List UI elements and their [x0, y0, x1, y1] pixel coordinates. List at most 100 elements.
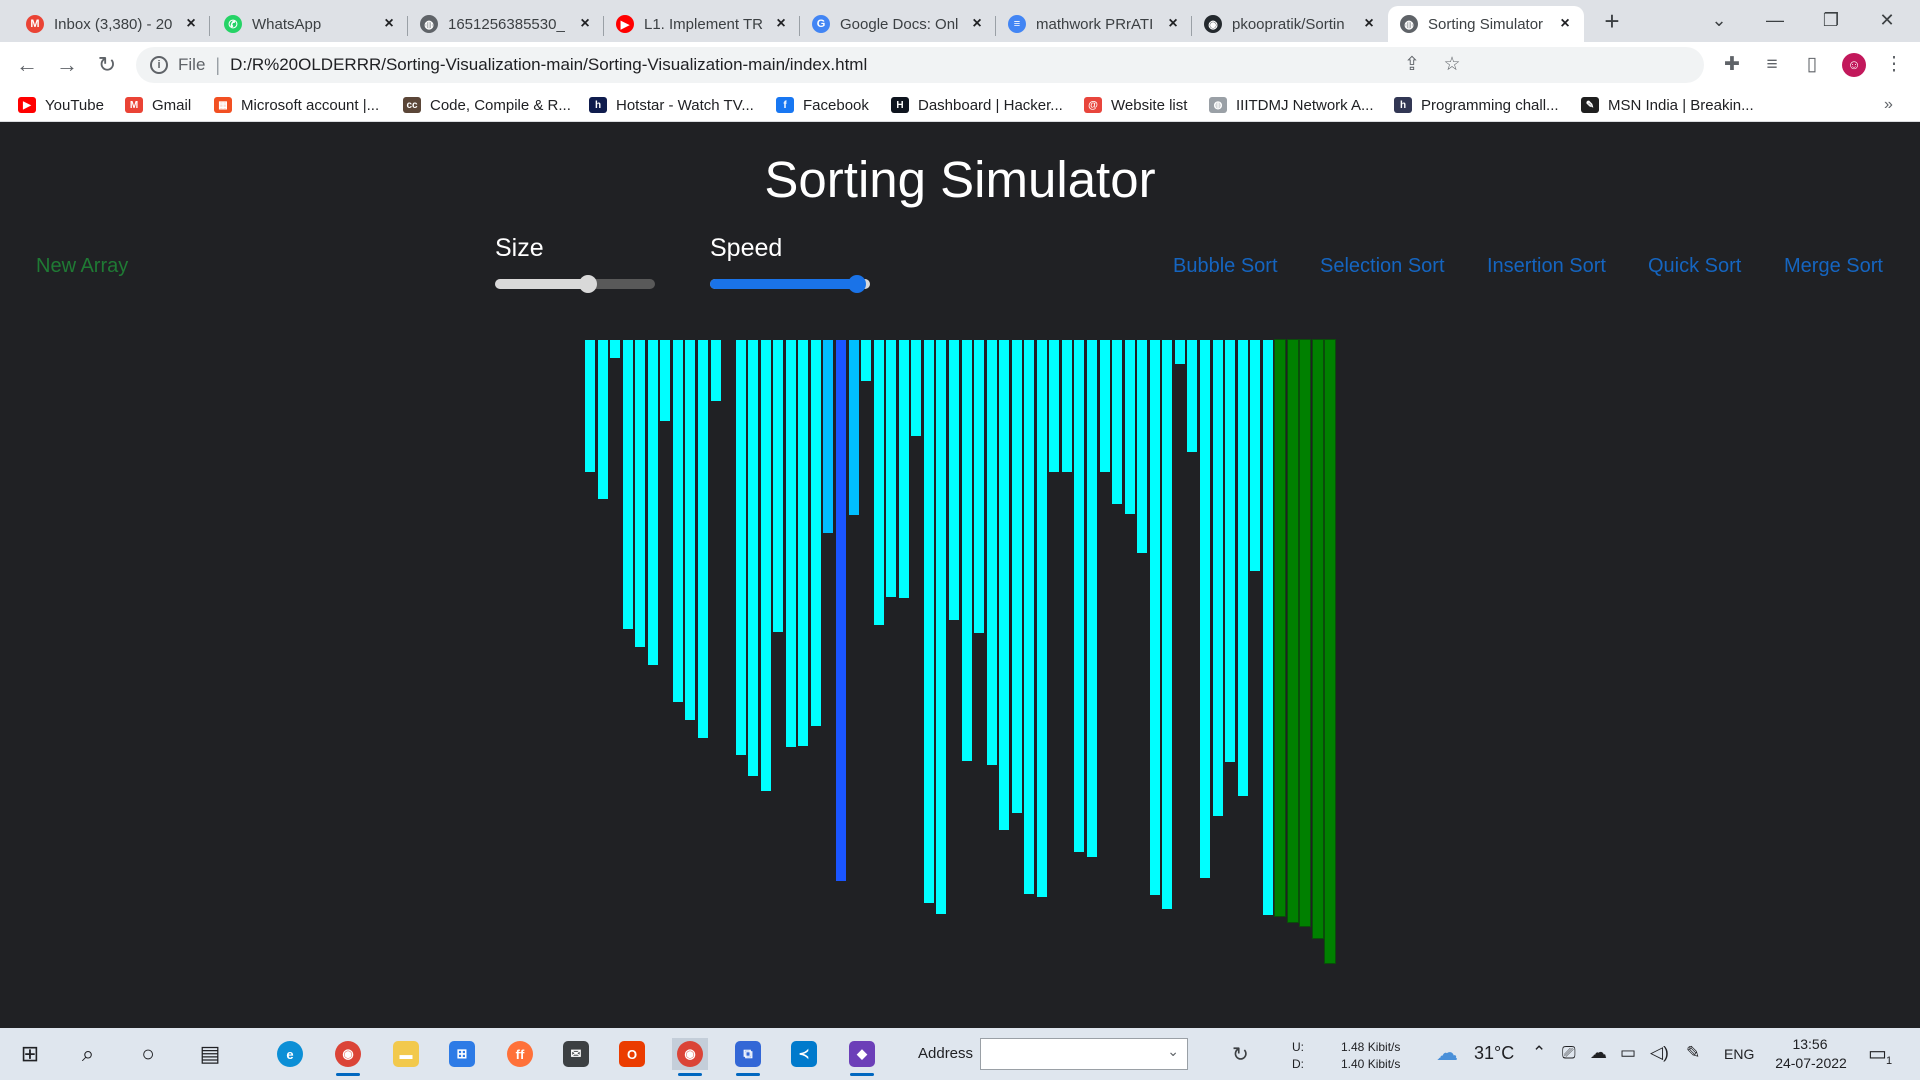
restore-button[interactable]: ❐ — [1808, 6, 1854, 34]
side-panel-icon[interactable]: ▯ — [1800, 53, 1824, 77]
temperature-text[interactable]: 31°C — [1474, 1043, 1514, 1064]
weather-icon[interactable]: ☁ — [1436, 1040, 1458, 1066]
battery-icon[interactable]: ▭ — [1620, 1043, 1636, 1063]
meet-now-icon[interactable]: ⎚ — [1562, 1043, 1576, 1063]
insertion-sort-button[interactable]: Insertion Sort — [1487, 255, 1606, 278]
size-slider-thumb[interactable] — [579, 275, 597, 293]
merge-sort-button[interactable]: Merge Sort — [1784, 255, 1883, 278]
tab-5[interactable]: ≡ mathwork PRrATI × — [996, 6, 1192, 42]
minimize-button[interactable]: — — [1752, 6, 1798, 34]
chevron-down-icon[interactable]: ⌄ — [1167, 1043, 1179, 1060]
chrome-active-icon[interactable]: ◉ — [672, 1038, 708, 1076]
array-bar — [1150, 340, 1160, 895]
bookmark-item[interactable]: ▦ Microsoft account |... — [214, 95, 379, 115]
volume-icon[interactable]: ◁) — [1650, 1043, 1669, 1063]
tab-7[interactable]: ◍ Sorting Simulator × — [1388, 6, 1584, 42]
chrome-icon[interactable]: ◉ — [330, 1038, 366, 1076]
tab-4[interactable]: G Google Docs: Onl × — [800, 6, 996, 42]
bookmark-item[interactable]: @ Website list — [1084, 95, 1187, 115]
size-slider-fill — [495, 279, 588, 289]
language-indicator[interactable]: ENG — [1724, 1046, 1754, 1062]
remote-app-icon[interactable]: ⧉ — [730, 1038, 766, 1076]
close-tab-icon[interactable]: × — [380, 15, 398, 33]
profile-avatar-icon[interactable]: ☺ — [1842, 53, 1866, 77]
address-refresh-icon[interactable]: ↻ — [1232, 1042, 1249, 1067]
bookmark-item[interactable]: M Gmail — [125, 95, 191, 115]
bookmark-item[interactable]: f Facebook — [776, 95, 869, 115]
bookmarks-overflow-button[interactable]: » — [1884, 95, 1893, 115]
tab-6[interactable]: ◉ pkoopratik/Sortin × — [1192, 6, 1388, 42]
array-bar — [1250, 340, 1260, 571]
chevron-up-icon[interactable]: ⌃ — [1532, 1043, 1546, 1063]
forward-icon[interactable]: → — [52, 50, 82, 80]
size-slider[interactable] — [495, 275, 655, 293]
speed-slider-fill — [710, 279, 857, 289]
bookmark-item[interactable]: ◍ IIITDMJ Network A... — [1209, 95, 1374, 115]
media-control-icon[interactable]: ≡ — [1760, 53, 1784, 77]
notifications-icon[interactable]: ▭ — [1868, 1041, 1887, 1066]
array-bar — [635, 340, 645, 647]
search-icon[interactable]: ⌕ — [70, 1038, 106, 1070]
tab-title: WhatsApp — [252, 15, 322, 33]
microsoft-icon: ▦ — [214, 97, 232, 113]
extensions-icon[interactable]: ✚ — [1720, 53, 1744, 77]
speed-slider-thumb[interactable] — [848, 275, 866, 293]
quick-sort-button[interactable]: Quick Sort — [1648, 255, 1741, 278]
bookmark-star-icon[interactable]: ☆ — [1440, 53, 1464, 77]
close-tab-icon[interactable]: × — [1556, 15, 1574, 33]
array-bar — [1238, 340, 1248, 796]
clock-time[interactable]: 13:56 — [1790, 1036, 1830, 1052]
close-tab-icon[interactable]: × — [968, 15, 986, 33]
git-app-icon[interactable]: ◆ — [844, 1038, 880, 1076]
new-array-button[interactable]: New Array — [36, 255, 128, 278]
clock-date[interactable]: 24-07-2022 — [1768, 1055, 1854, 1071]
bookmark-item[interactable]: H Dashboard | Hacker... — [891, 95, 1063, 115]
close-tab-icon[interactable]: × — [182, 15, 200, 33]
array-bar — [886, 340, 896, 597]
close-tab-icon[interactable]: × — [1164, 15, 1182, 33]
store-icon[interactable]: ⊞ — [444, 1038, 480, 1070]
reload-icon[interactable]: ↻ — [92, 50, 122, 80]
address-toolbar-input[interactable]: ⌄ — [980, 1038, 1188, 1070]
windows-taskbar: ⊞ ⌕ ○ ▤ e ◉ ▬ ⊞ ff ✉ O ◉ ⧉ ≺ ◆ Address ⌄… — [0, 1028, 1920, 1080]
share-icon[interactable]: ⇪ — [1400, 53, 1424, 77]
bookmark-item[interactable]: ▶ YouTube — [18, 95, 104, 115]
task-view-icon[interactable]: ▤ — [192, 1038, 228, 1070]
back-icon[interactable]: ← — [12, 50, 42, 80]
close-window-button[interactable]: ✕ — [1864, 6, 1910, 34]
array-bar — [1137, 340, 1147, 553]
office-icon[interactable]: O — [614, 1038, 650, 1070]
onedrive-icon[interactable]: ☁ — [1590, 1043, 1607, 1063]
array-bar — [798, 340, 808, 746]
tab-1[interactable]: ✆ WhatsApp × — [212, 6, 408, 42]
file-explorer-icon[interactable]: ▬ — [388, 1038, 424, 1070]
selection-sort-button[interactable]: Selection Sort — [1320, 255, 1445, 278]
windows-start-icon[interactable]: ⊞ — [12, 1038, 48, 1070]
pen-icon[interactable]: ✎ — [1686, 1043, 1700, 1063]
bubble-sort-button[interactable]: Bubble Sort — [1173, 255, 1278, 278]
edge-icon[interactable]: e — [272, 1038, 308, 1070]
vscode-icon[interactable]: ≺ — [786, 1038, 822, 1070]
cortana-icon[interactable]: ○ — [130, 1038, 166, 1070]
close-tab-icon[interactable]: × — [772, 15, 790, 33]
mail-icon[interactable]: ✉ — [558, 1038, 594, 1070]
menu-icon[interactable]: ⋮ — [1882, 53, 1906, 77]
tab-search-icon[interactable]: ⌄ — [1696, 6, 1742, 34]
bookmark-item[interactable]: ✎ MSN India | Breakin... — [1581, 95, 1754, 115]
speed-slider[interactable] — [710, 275, 870, 293]
info-icon[interactable]: i — [150, 56, 168, 74]
bookmark-label: YouTube — [45, 96, 104, 114]
close-tab-icon[interactable]: × — [1360, 15, 1378, 33]
gmail-icon: M — [26, 15, 44, 33]
bookmark-item[interactable]: cc Code, Compile & R... — [403, 95, 571, 115]
tab-3[interactable]: ▶ L1. Implement TR × — [604, 6, 800, 42]
tab-0[interactable]: M Inbox (3,380) - 20 × — [14, 6, 210, 42]
url-text[interactable]: D:/R%20OLDERRR/Sorting-Visualization-mai… — [230, 55, 867, 75]
address-bar[interactable]: i File | D:/R%20OLDERRR/Sorting-Visualiz… — [136, 47, 1704, 83]
firefox-icon[interactable]: ff — [502, 1038, 538, 1070]
tab-2[interactable]: ◍ 1651256385530_ × — [408, 6, 604, 42]
new-tab-button[interactable]: + — [1598, 8, 1626, 36]
bookmark-item[interactable]: h Hotstar - Watch TV... — [589, 95, 754, 115]
bookmark-item[interactable]: h Programming chall... — [1394, 95, 1559, 115]
close-tab-icon[interactable]: × — [576, 15, 594, 33]
